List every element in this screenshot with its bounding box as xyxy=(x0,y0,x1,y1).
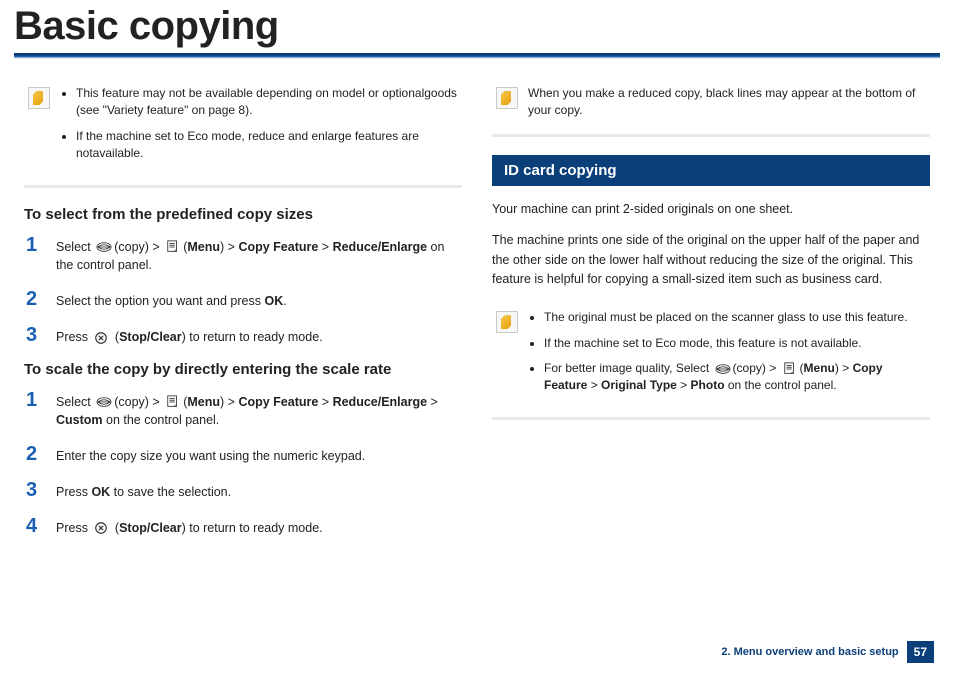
stop-clear-icon xyxy=(92,521,110,535)
subheading-predefined: To select from the predefined copy sizes xyxy=(24,206,462,223)
text: Select xyxy=(56,240,94,254)
text: (copy) > xyxy=(733,361,780,375)
text: Press xyxy=(56,330,91,344)
text: > xyxy=(318,240,332,254)
reduce-enlarge-label: Reduce/Enlarge xyxy=(333,240,427,254)
text: on the control panel. xyxy=(103,413,220,427)
note-item: For better image quality, Select (copy) … xyxy=(544,360,926,395)
section-id-card-copying: ID card copying xyxy=(492,155,930,186)
stop-clear-icon xyxy=(92,331,110,345)
text: Press xyxy=(56,521,91,535)
text: > xyxy=(427,395,438,409)
step: Select the option you want and press OK. xyxy=(26,289,462,311)
text: ) to return to ready mode. xyxy=(182,330,323,344)
page-number: 57 xyxy=(907,641,934,663)
copy-feature-label: Copy Feature xyxy=(238,240,318,254)
menu-label: Menu xyxy=(804,361,835,375)
note-icon xyxy=(28,87,50,109)
note-item: The original must be placed on the scann… xyxy=(544,309,926,326)
paragraph: Your machine can print 2-sided originals… xyxy=(492,200,930,219)
note-list: The original must be placed on the scann… xyxy=(528,309,926,403)
steps-scale: Select (copy) > * ( Menu) > Copy Feature >… xyxy=(24,390,462,538)
step: Enter the copy size you want using the n… xyxy=(26,444,462,466)
note-icon xyxy=(496,311,518,333)
text: ) > xyxy=(220,240,238,254)
text: ) > xyxy=(220,395,238,409)
note-item: If the machine set to Eco mode, this fea… xyxy=(544,335,926,352)
left-column: This feature may not be available depend… xyxy=(24,77,462,551)
paragraph: The machine prints one side of the origi… xyxy=(492,231,930,289)
menu-icon: * xyxy=(164,395,182,409)
text: ( xyxy=(111,521,119,535)
copy-icon xyxy=(95,395,113,409)
text: on the control panel. xyxy=(725,378,837,392)
ok-label: OK xyxy=(91,485,110,499)
text: ( xyxy=(111,330,119,344)
text: ) to return to ready mode. xyxy=(182,521,323,535)
note-item: If the machine set to Eco mode, reduce a… xyxy=(76,128,458,163)
copy-feature-label: Copy Feature xyxy=(238,395,318,409)
title-divider xyxy=(14,53,940,59)
stop-clear-label: Stop/Clear xyxy=(119,330,182,344)
text: > xyxy=(587,378,601,392)
page-title: Basic copying xyxy=(0,0,954,53)
content-columns: This feature may not be available depend… xyxy=(0,77,954,551)
stop-clear-label: Stop/Clear xyxy=(119,521,182,535)
text: For better image quality, Select xyxy=(544,361,713,375)
note-list: This feature may not be available depend… xyxy=(60,85,458,171)
ok-label: OK xyxy=(264,294,283,308)
photo-label: Photo xyxy=(691,378,725,392)
text: Select the option you want and press xyxy=(56,294,264,308)
step: Select (copy) > *(Menu) > Copy Feature >… xyxy=(26,235,462,276)
subheading-scale: To scale the copy by directly entering t… xyxy=(24,361,462,378)
note-icon xyxy=(496,87,518,109)
note-text: When you make a reduced copy, black line… xyxy=(528,85,926,120)
note-box-bottom-right: The original must be placed on the scann… xyxy=(492,301,930,420)
menu-label: Menu xyxy=(187,395,220,409)
step: Press (Stop/Clear) to return to ready mo… xyxy=(26,516,462,538)
text: (copy) > xyxy=(114,240,163,254)
page-footer: 2. Menu overview and basic setup 57 xyxy=(721,641,934,663)
note-item: This feature may not be available depend… xyxy=(76,85,458,120)
step: Select (copy) > *(Menu) > Copy Feature >… xyxy=(26,390,462,431)
text: > xyxy=(318,395,332,409)
menu-icon: * xyxy=(781,362,799,376)
text: Press xyxy=(56,485,91,499)
text: . xyxy=(283,294,286,308)
note-box-top-right: When you make a reduced copy, black line… xyxy=(492,77,930,137)
text: > xyxy=(677,378,691,392)
right-column: When you make a reduced copy, black line… xyxy=(492,77,930,551)
chapter-label: 2. Menu overview and basic setup xyxy=(721,646,898,658)
steps-predefined: Select (copy) > * ( Menu) > Copy Feature >… xyxy=(24,235,462,347)
text: ) > xyxy=(835,361,853,375)
text: Select xyxy=(56,395,94,409)
step: Press (Stop/Clear) to return to ready mo… xyxy=(26,325,462,347)
menu-label: Menu xyxy=(187,240,220,254)
copy-icon xyxy=(714,362,732,376)
menu-icon: * xyxy=(164,240,182,254)
custom-label: Custom xyxy=(56,413,103,427)
step: Press OK to save the selection. xyxy=(26,480,462,502)
copy-icon xyxy=(95,240,113,254)
note-box-top-left: This feature may not be available depend… xyxy=(24,77,462,188)
reduce-enlarge-label: Reduce/Enlarge xyxy=(333,395,427,409)
text: to save the selection. xyxy=(110,485,231,499)
original-type-label: Original Type xyxy=(601,378,677,392)
text: (copy) > xyxy=(114,395,163,409)
